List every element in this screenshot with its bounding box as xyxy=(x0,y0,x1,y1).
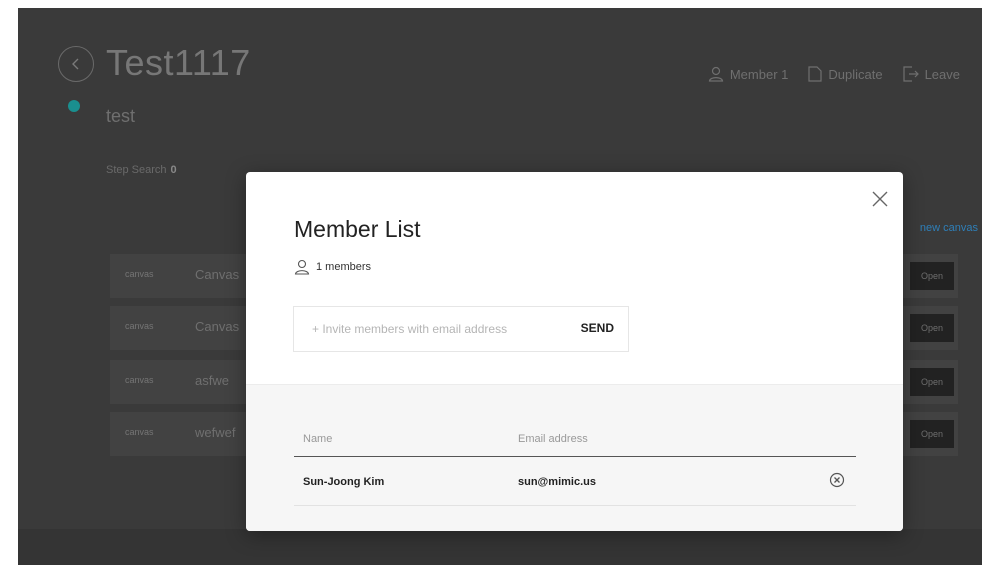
canvas-tag: canvas xyxy=(125,321,154,331)
status-dot xyxy=(68,100,80,112)
canvas-name: wefwef xyxy=(195,425,236,440)
canvas-name: Canvas xyxy=(195,319,240,334)
duplicate-button[interactable]: Duplicate xyxy=(808,66,883,82)
page-title: Test1117 xyxy=(106,42,251,83)
member-list-modal: Member List 1 members SEND Name Email ad… xyxy=(246,172,903,531)
invite-form: SEND xyxy=(293,306,629,352)
duplicate-button-label: Duplicate xyxy=(828,66,883,82)
table-row: Sun-Joong Kim sun@mimic.us xyxy=(294,457,856,506)
chevron-left-icon xyxy=(72,58,79,70)
leave-button-label: Leave xyxy=(924,66,960,82)
page-footer xyxy=(18,529,982,565)
header-actions: Member 1 Duplicate Leave xyxy=(708,66,960,82)
canvas-name: asfwe xyxy=(195,373,229,388)
open-button[interactable]: Open xyxy=(910,368,954,396)
open-button[interactable]: Open xyxy=(910,314,954,342)
stats-bar: Step Search 0 xyxy=(106,164,177,176)
table-header: Name Email address xyxy=(294,430,856,457)
open-button[interactable]: Open xyxy=(910,420,954,448)
canvas-tag: canvas xyxy=(125,375,154,385)
user-icon xyxy=(294,259,310,275)
members-section: Name Email address Sun-Joong Kim sun@mim… xyxy=(246,384,903,531)
send-button[interactable]: SEND xyxy=(581,321,614,335)
column-header-email: Email address xyxy=(518,433,588,445)
member-count-label: 1 members xyxy=(316,261,372,273)
members-table: Name Email address Sun-Joong Kim sun@mim… xyxy=(294,430,856,506)
document-icon xyxy=(808,66,822,82)
exit-icon xyxy=(902,66,919,82)
member-name: Sun-Joong Kim xyxy=(303,476,385,488)
invite-email-input[interactable] xyxy=(294,307,562,351)
canvas-tag: canvas xyxy=(125,269,154,279)
column-header-name: Name xyxy=(303,433,333,445)
close-icon[interactable] xyxy=(871,190,889,208)
canvas-tag: canvas xyxy=(125,427,154,437)
remove-circle-icon[interactable] xyxy=(829,472,845,488)
member-count: 1 members xyxy=(294,259,371,275)
stat-step-search[interactable]: Step Search 0 xyxy=(106,164,177,176)
member-button-label: Member 1 xyxy=(729,66,789,82)
modal-title: Member List xyxy=(294,216,421,242)
page-subtitle: test xyxy=(106,106,136,126)
leave-button[interactable]: Leave xyxy=(902,66,960,82)
open-button[interactable]: Open xyxy=(910,262,954,290)
user-icon xyxy=(708,66,724,82)
canvas-name: Canvas xyxy=(195,267,240,282)
back-button[interactable] xyxy=(58,46,94,82)
new-canvas-link[interactable]: new canvas xyxy=(920,222,978,234)
member-button[interactable]: Member 1 xyxy=(708,66,789,82)
member-email: sun@mimic.us xyxy=(518,476,596,488)
